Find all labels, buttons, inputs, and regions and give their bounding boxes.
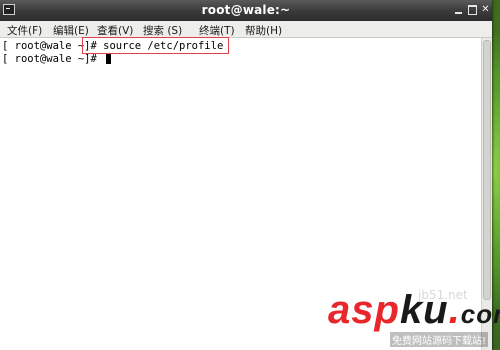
watermark-logo: jb51.net aspku.com 免费网站源码下载站! (328, 288, 500, 348)
menu-edit[interactable]: 编辑(E) (53, 23, 89, 38)
menu-search[interactable]: 搜索 (S) (143, 23, 182, 38)
maximize-button[interactable] (466, 3, 479, 16)
scrollbar-thumb[interactable] (483, 40, 491, 300)
watermark-subtitle: 免费网站源码下载站! (390, 332, 489, 347)
menu-terminal[interactable]: 终端(T) (199, 23, 235, 38)
window-title: root@wale:~ (201, 3, 291, 17)
text-cursor (106, 53, 112, 64)
menu-file[interactable]: 文件(F) (7, 23, 42, 38)
title-bar[interactable]: root@wale:~ (0, 0, 492, 22)
shell-prompt: [ root@wale ~]# (2, 53, 104, 65)
menu-bar: 文件(F) 编辑(E) 查看(V) 搜索 (S) 终端(T) 帮助(H) (0, 21, 492, 38)
close-button[interactable] (479, 3, 492, 16)
menu-view[interactable]: 查看(V) (97, 23, 133, 38)
watermark-brand: aspku.com (328, 288, 500, 332)
menu-help[interactable]: 帮助(H) (245, 23, 282, 38)
command-highlight-box (82, 37, 229, 54)
terminal-line: [ root@wale ~]# (2, 53, 112, 65)
minimize-button[interactable] (452, 3, 465, 16)
